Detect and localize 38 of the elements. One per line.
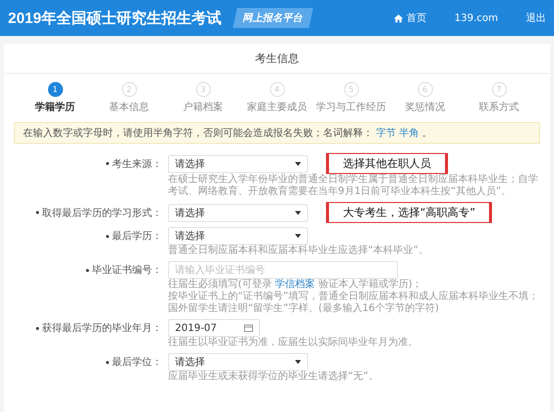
hint-text: 在硕士研究生入学年份毕业的普通全日制学生属于普通全日制应届本科毕业生；自学考试、网络教育、开放教育需要在当年9月1日前可毕业本科生按“其他人员”。 [168,174,538,197]
field-label: 最后学历： [112,230,162,243]
calendar-icon [244,324,253,332]
card-title: 考生信息 [4,44,550,74]
date-field[interactable]: 2019-07 [168,319,260,337]
notice-period: 。 [422,127,432,140]
select-field[interactable]: 请选择 [168,204,308,222]
site-title: 2019年全国硕士研究生招生考试 [8,8,222,28]
field-label: 毕业证书编号： [92,264,162,277]
caret-icon [295,210,301,214]
select-field[interactable]: 请选择 [168,154,308,172]
home-icon [394,14,404,22]
field-label: 取得最后学历的学习形式： [42,206,162,220]
step-tab[interactable]: 1 学籍学历 [18,82,92,114]
field-label: 获得最后学历的毕业年月： [42,322,162,335]
hint-text: 普通全日制应届本科和应届本科毕业生应选择“本科毕业”。 [168,245,428,256]
user-account: 139.com [454,12,498,24]
hint-text: 往届生以毕业证书为准，应届生以实际间毕业年月为准。 [168,337,418,348]
hint-text: 往届生必须填写(可登录 学信档案 验证本人学籍或学历)； [168,279,422,290]
term-link[interactable]: 半角 [399,126,419,140]
archive-link[interactable]: 学信档案 [275,279,316,290]
field-label: 最后学位： [112,356,162,369]
annotation-callout: 大专考生，选择“高职高专” [326,202,492,223]
hint-text: 应届毕业生或未获得学位的毕业生请选择“无”。 [168,371,378,382]
home-link[interactable]: 首页 [394,11,426,25]
platform-badge: 网上报名平台 [233,8,314,28]
logout-link[interactable]: 退出 [526,11,546,25]
caret-icon [295,234,301,238]
caret-icon [295,360,301,364]
term-link[interactable]: 字节 [376,126,396,140]
caret-icon [295,162,301,166]
field-label: 考生来源： [112,158,162,170]
select-field[interactable]: 请选择 [168,353,308,371]
input-field[interactable]: 请输入毕业证书编号 [168,261,398,279]
select-field[interactable]: 请选择 [168,227,308,245]
annotation-callout: 选择其他在职人员 [326,153,448,174]
notice-text: 在输入数字或字母时，请使用半角字符，否则可能会造成报名失败；名词解释： [23,126,373,140]
hint-text: 按毕业证书上的“证书编号”填写，普通全日制应届本科和成人应届本科毕业生不填；国外留学生请注明“留学生”字样。(最多输入16个字节的字符) [168,291,538,314]
